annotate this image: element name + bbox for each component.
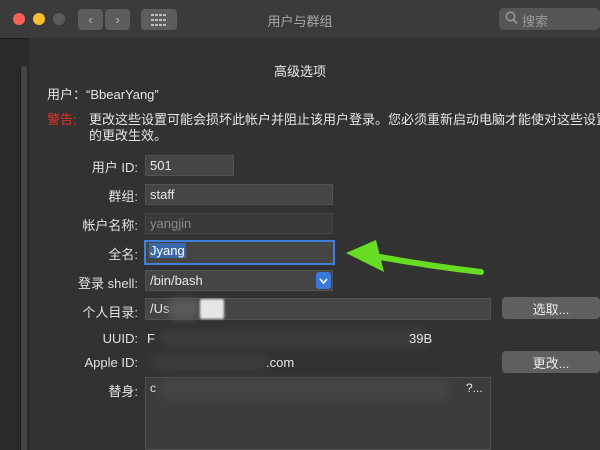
full-name-value: Jyang (149, 243, 186, 258)
full-name-field[interactable]: Jyang (144, 240, 335, 265)
login-shell-value: /bin/bash (150, 273, 203, 288)
redaction-blur (160, 329, 430, 347)
chevron-down-icon (319, 277, 328, 284)
redaction-blur (168, 299, 200, 319)
user-id-label: 用户 ID: (91, 160, 138, 175)
login-shell-dropdown[interactable]: /bin/bash (145, 270, 333, 291)
sidebar-edge (20, 66, 27, 450)
account-name-label: 帐户名称: (82, 218, 138, 233)
sheet-title: 高级选项 (273, 64, 326, 79)
uuid-value-start: F (147, 331, 155, 346)
user-line: 用户：“BbearYang” (47, 87, 159, 102)
group-field[interactable]: staff (145, 184, 333, 205)
aliases-value-end: ?... (466, 381, 483, 395)
aliases-value-start: c (150, 381, 156, 395)
annotation-arrow-icon (346, 240, 484, 275)
account-name-field: yangjin (145, 213, 333, 234)
group-label: 群组: (108, 189, 138, 204)
redaction-blur (200, 299, 224, 319)
search-field[interactable]: 搜索 (499, 8, 600, 30)
user-id-field[interactable]: 501 (145, 155, 234, 176)
change-apple-id-button[interactable]: 更改... (502, 351, 600, 373)
redaction-blur (160, 379, 450, 401)
login-shell-label: 登录 shell: (78, 276, 138, 291)
uuid-value-end: 39B (409, 331, 433, 346)
search-icon (505, 11, 518, 24)
dropdown-toggle[interactable] (316, 272, 331, 289)
warning-text-continued: 的更改生效。 (89, 128, 168, 143)
aliases-label: 替身: (108, 384, 138, 399)
home-directory-label: 个人目录: (82, 305, 138, 320)
choose-button[interactable]: 选取... (502, 297, 600, 319)
apple-id-value: .com (266, 355, 295, 370)
search-placeholder: 搜索 (522, 14, 549, 29)
window-titlebar: ‹ › 用户与群组 搜索 (0, 0, 600, 39)
warning-label: 警告: (47, 112, 77, 127)
uuid-label: UUID: (102, 331, 138, 346)
apple-id-label: Apple ID: (84, 355, 138, 370)
full-name-label: 全名: (108, 247, 138, 262)
home-directory-value: /Us (150, 301, 170, 316)
redaction-blur (150, 353, 268, 371)
